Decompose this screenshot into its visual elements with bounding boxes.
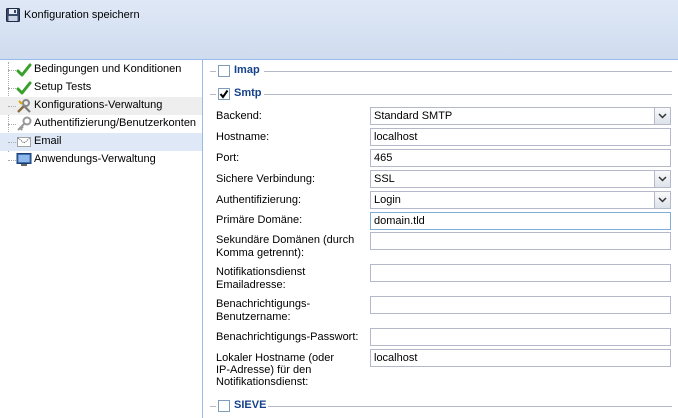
- email-icon: [16, 134, 32, 150]
- tree-item-label: Bedingungen und Konditionen: [34, 63, 182, 75]
- authentication-select[interactable]: Login: [370, 191, 671, 209]
- authentication-label: Authentifizierung:: [216, 194, 301, 206]
- notification-password-label: Benachrichtigungs-Passwort:: [216, 331, 359, 343]
- sieve-title: SIEVE: [234, 399, 267, 411]
- tree-connector: [8, 106, 16, 107]
- sieve-checkbox[interactable]: [218, 400, 230, 412]
- port-input[interactable]: [370, 149, 671, 167]
- secure-connection-label: Sichere Verbindung:: [216, 173, 316, 185]
- notification-username-label-line1: Benachrichtigungs-: [216, 298, 311, 310]
- primary-domain-label: Primäre Domäne:: [216, 214, 303, 226]
- chevron-down-icon[interactable]: [654, 171, 670, 187]
- smtp-checkbox[interactable]: [218, 88, 230, 100]
- notification-email-label-line1: Notifikationsdienst: [216, 266, 306, 278]
- tree-item-setup-tests[interactable]: Setup Tests: [0, 79, 202, 97]
- tree-connector: [8, 124, 16, 125]
- imap-fieldset-header: Imap: [204, 63, 678, 79]
- tree-item-label: Authentifizierung/Benutzerkonten: [34, 117, 197, 129]
- imap-checkbox[interactable]: [218, 65, 230, 77]
- email-settings-panel: Imap Smtp Backend: Standard SMTP Hostnam…: [204, 60, 678, 418]
- key-icon: [16, 116, 32, 132]
- imap-title: Imap: [234, 64, 260, 76]
- save-configuration-label: Konfiguration speichern: [24, 9, 140, 21]
- tree-connector: [8, 160, 16, 161]
- tree-item-label: Anwendungs-Verwaltung: [34, 153, 156, 165]
- green-check-icon: [16, 80, 32, 96]
- smtp-fieldset-header: Smtp: [204, 86, 678, 102]
- primary-domain-input[interactable]: [370, 212, 671, 230]
- fieldset-border: [210, 94, 216, 95]
- secondary-domains-label-line2: Komma getrennt):: [216, 247, 305, 259]
- tree-item-label: Email: [34, 135, 62, 147]
- tree-item-conditions[interactable]: Bedingungen und Konditionen: [0, 61, 202, 79]
- fieldset-border: [210, 71, 216, 72]
- local-hostname-input[interactable]: [370, 349, 671, 367]
- smtp-title: Smtp: [234, 87, 262, 99]
- backend-select[interactable]: Standard SMTP: [370, 107, 671, 125]
- chevron-down-icon[interactable]: [654, 108, 670, 124]
- navigation-tree-panel: Bedingungen und Konditionen Setup Tests …: [0, 60, 203, 418]
- backend-label: Backend:: [216, 110, 262, 122]
- local-hostname-label-line3: Notifikationsdienst:: [216, 376, 309, 388]
- tree-connector: [8, 70, 16, 71]
- monitor-icon: [16, 152, 32, 168]
- authentication-value: Login: [374, 194, 401, 206]
- floppy-disk-icon: [6, 8, 20, 22]
- green-check-icon: [16, 62, 32, 78]
- port-label: Port:: [216, 152, 240, 164]
- secondary-domains-input[interactable]: [370, 232, 671, 250]
- backend-value: Standard SMTP: [374, 110, 453, 122]
- tools-icon: [16, 98, 32, 114]
- tree-item-label: Konfigurations-Verwaltung: [34, 99, 163, 111]
- tree-connector: [8, 88, 16, 89]
- tree-item-configuration-management[interactable]: Konfigurations-Verwaltung: [0, 97, 202, 115]
- secondary-domains-label-line1: Sekundäre Domänen (durch: [216, 234, 355, 246]
- notification-email-label-line2: Emailadresse:: [216, 279, 286, 291]
- secure-connection-value: SSL: [374, 173, 395, 185]
- tree-item-authentication[interactable]: Authentifizierung/Benutzerkonten: [0, 115, 202, 133]
- fieldset-border: [264, 71, 672, 72]
- fieldset-border: [210, 406, 216, 407]
- tree-item-email[interactable]: Email: [0, 133, 202, 151]
- tree-item-application-management[interactable]: Anwendungs-Verwaltung: [0, 151, 202, 169]
- hostname-input[interactable]: [370, 128, 671, 146]
- chevron-down-icon[interactable]: [654, 192, 670, 208]
- tree-item-label: Setup Tests: [34, 81, 92, 93]
- save-configuration-button[interactable]: Konfiguration speichern: [6, 6, 140, 24]
- sieve-fieldset-header: SIEVE: [204, 398, 678, 414]
- fieldset-border: [264, 94, 672, 95]
- notification-email-input[interactable]: [370, 264, 671, 282]
- notification-username-input[interactable]: [370, 296, 671, 314]
- hostname-label: Hostname:: [216, 131, 270, 143]
- secure-connection-select[interactable]: SSL: [370, 170, 671, 188]
- tree-connector: [8, 142, 16, 143]
- notification-password-input[interactable]: [370, 328, 671, 346]
- fieldset-border: [268, 406, 672, 407]
- notification-username-label-line2: Benutzername:: [216, 311, 291, 323]
- checkmark-icon: [219, 89, 229, 99]
- toolbar: Konfiguration speichern: [0, 0, 678, 60]
